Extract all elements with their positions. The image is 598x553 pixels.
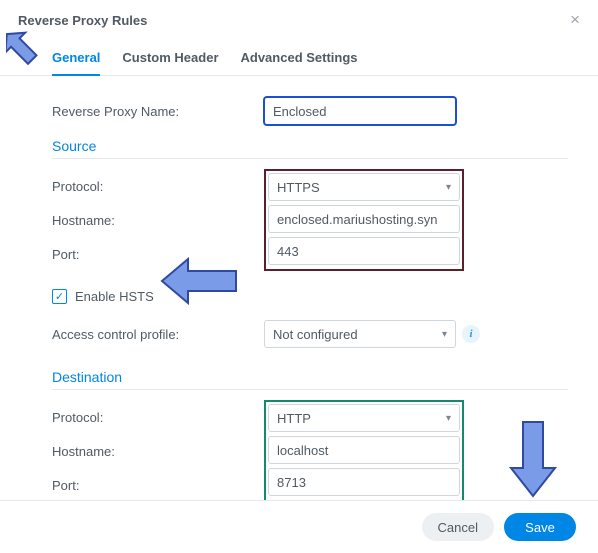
label-source-hostname: Hostname:	[52, 213, 264, 228]
tab-bar: General Custom Header Advanced Settings	[0, 36, 598, 76]
label-dest-protocol: Protocol:	[52, 410, 264, 425]
info-icon[interactable]: i	[462, 325, 480, 343]
enable-hsts-checkbox[interactable]: ✓	[52, 289, 67, 304]
label-source-protocol: Protocol:	[52, 179, 264, 194]
label-source-port: Port:	[52, 247, 264, 262]
label-dest-port: Port:	[52, 478, 264, 493]
tab-general[interactable]: General	[52, 50, 100, 75]
tab-custom-header[interactable]: Custom Header	[122, 50, 218, 75]
section-source: Source	[52, 128, 568, 159]
access-control-profile-value: Not configured	[273, 327, 358, 342]
dialog-title: Reverse Proxy Rules	[18, 13, 147, 28]
dest-protocol-value: HTTP	[277, 411, 311, 426]
label-enable-hsts: Enable HSTS	[75, 289, 154, 304]
chevron-down-icon: ▾	[446, 413, 451, 424]
access-control-profile-select[interactable]: Not configured ▾	[264, 320, 456, 348]
tab-advanced-settings[interactable]: Advanced Settings	[241, 50, 358, 75]
close-icon[interactable]: ×	[570, 10, 580, 30]
label-access-control-profile: Access control profile:	[52, 327, 264, 342]
cancel-button[interactable]: Cancel	[422, 513, 494, 541]
label-dest-hostname: Hostname:	[52, 444, 264, 459]
source-port-input[interactable]: 443	[268, 237, 460, 265]
source-fields-highlight: HTTPS ▾ enclosed.mariushosting.syn 443	[264, 169, 464, 271]
dest-protocol-select[interactable]: HTTP ▾	[268, 404, 460, 432]
label-reverse-proxy-name: Reverse Proxy Name:	[52, 104, 264, 119]
source-protocol-value: HTTPS	[277, 180, 320, 195]
chevron-down-icon: ▾	[446, 182, 451, 193]
source-hostname-input[interactable]: enclosed.mariushosting.syn	[268, 205, 460, 233]
reverse-proxy-name-input[interactable]: Enclosed	[264, 97, 456, 125]
dest-hostname-input[interactable]: localhost	[268, 436, 460, 464]
dest-port-input[interactable]: 8713	[268, 468, 460, 496]
dialog-footer: Cancel Save	[0, 500, 598, 553]
destination-fields-highlight: HTTP ▾ localhost 8713	[264, 400, 464, 502]
chevron-down-icon: ▾	[442, 329, 447, 340]
section-destination: Destination	[52, 359, 568, 390]
save-button[interactable]: Save	[504, 513, 576, 541]
source-protocol-select[interactable]: HTTPS ▾	[268, 173, 460, 201]
